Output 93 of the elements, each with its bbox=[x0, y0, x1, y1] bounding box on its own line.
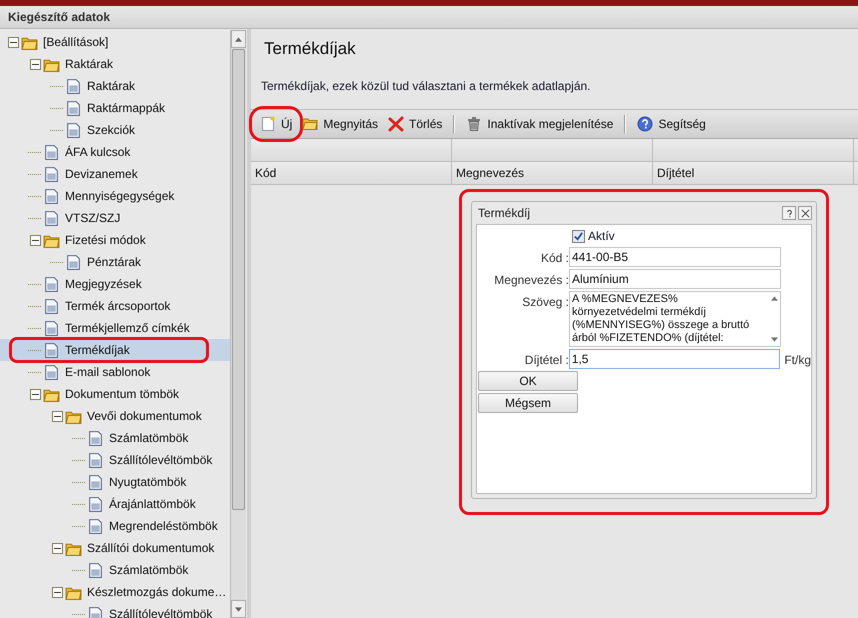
column-header[interactable]: Díjtétel bbox=[653, 162, 854, 184]
collapse-icon[interactable] bbox=[8, 36, 19, 48]
document-icon bbox=[43, 320, 60, 336]
tree-item[interactable]: Termékjellemző címkék bbox=[0, 317, 230, 339]
delete-icon bbox=[388, 116, 404, 132]
collapse-icon[interactable] bbox=[30, 58, 41, 70]
input-field[interactable]: 1,5 bbox=[568, 349, 780, 369]
document-icon bbox=[65, 122, 82, 138]
field-label: Díjtétel : bbox=[524, 352, 569, 367]
document-icon bbox=[87, 452, 104, 468]
close-icon bbox=[800, 208, 810, 218]
column-header[interactable]: Megnevezés bbox=[452, 162, 653, 184]
toolbar-button[interactable]: Megnyitás bbox=[297, 112, 384, 136]
page-title: Termékdíjak bbox=[263, 38, 357, 60]
tree-item[interactable]: Számlatömbök bbox=[0, 559, 230, 581]
field-label: Megnevezés : bbox=[493, 272, 569, 287]
collapse-icon[interactable] bbox=[52, 410, 63, 422]
help-icon bbox=[784, 208, 794, 218]
tree-item[interactable]: Szállítólevéltömbök bbox=[0, 449, 230, 471]
tree-item[interactable]: Fizetési módok bbox=[0, 229, 230, 251]
tree-item[interactable]: [Beállítások] bbox=[0, 31, 230, 53]
document-icon bbox=[43, 364, 60, 380]
scroll-down-icon[interactable] bbox=[235, 606, 242, 612]
document-icon bbox=[87, 474, 104, 490]
tree-item[interactable]: Pénztárak bbox=[0, 251, 230, 273]
help-icon bbox=[637, 116, 654, 132]
page-description: Termékdíjak, ezek közül tud választani a termékek adatlapján. bbox=[260, 78, 592, 95]
document-icon bbox=[65, 254, 82, 270]
scrollbar[interactable] bbox=[230, 30, 246, 618]
tree-item[interactable]: Dokumentum tömbök bbox=[0, 383, 230, 405]
toolbar-button[interactable]: Törlés bbox=[383, 112, 448, 136]
text-area[interactable]: A %MEGNEVEZES% környezetvédelmi termékdíj (%MENNYISEG%) összege a bruttó árból %FIZETENDO% (díjtétel: bbox=[569, 291, 781, 347]
collapse-icon[interactable] bbox=[52, 542, 63, 554]
tree-item[interactable]: Devizanemek bbox=[0, 163, 230, 185]
document-icon bbox=[87, 562, 104, 578]
document-icon bbox=[87, 496, 104, 512]
document-icon bbox=[43, 144, 60, 160]
document-icon bbox=[65, 100, 82, 116]
tree-item[interactable]: Számlatömbök bbox=[0, 427, 230, 449]
folder-icon bbox=[302, 116, 318, 132]
tree-item[interactable]: Szállítólevéltömbök bbox=[0, 603, 230, 618]
document-icon bbox=[43, 188, 60, 204]
document-icon bbox=[43, 210, 60, 226]
document-icon bbox=[87, 606, 104, 618]
close-button[interactable] bbox=[798, 206, 812, 220]
tree-item[interactable]: Megrendeléstömbök bbox=[0, 515, 230, 537]
tree-item[interactable]: Árajánlattömbök bbox=[0, 493, 230, 515]
input-field[interactable]: 441-00-B5 bbox=[569, 247, 781, 267]
dialog-button[interactable]: Mégsem bbox=[478, 393, 578, 413]
scroll-up-icon[interactable] bbox=[235, 36, 242, 42]
tree-item[interactable]: Raktármappák bbox=[0, 97, 230, 119]
collapse-icon[interactable] bbox=[52, 586, 63, 598]
tree-item[interactable]: Szekciók bbox=[0, 119, 230, 141]
new-document-icon bbox=[260, 116, 276, 132]
tree-item[interactable]: E-mail sablonok bbox=[0, 361, 230, 383]
tree-item[interactable]: ÁFA kulcsok bbox=[0, 141, 230, 163]
tree-item[interactable]: Megjegyzések bbox=[0, 273, 230, 295]
document-icon bbox=[43, 342, 60, 358]
document-icon bbox=[43, 276, 60, 292]
tree-item[interactable]: Termékdíjak bbox=[0, 339, 230, 361]
window-title: Kiegészítő adatok bbox=[8, 10, 110, 24]
tree-item[interactable]: Készletmozgás dokume… bbox=[0, 581, 230, 603]
dialog-button[interactable]: OK bbox=[478, 371, 578, 391]
checkbox-label: Aktív bbox=[588, 229, 615, 243]
tree-item[interactable]: Raktárak bbox=[0, 75, 230, 97]
collapse-icon[interactable] bbox=[30, 234, 41, 246]
tree-item[interactable]: Mennyiségegységek bbox=[0, 185, 230, 207]
collapse-icon[interactable] bbox=[30, 388, 41, 400]
help-button[interactable] bbox=[782, 206, 796, 220]
tree-item[interactable]: Raktárak bbox=[0, 53, 230, 75]
column-header[interactable]: Kód bbox=[251, 162, 452, 184]
document-icon bbox=[87, 518, 104, 534]
document-icon bbox=[43, 298, 60, 314]
scroll-down-icon[interactable] bbox=[770, 337, 778, 342]
unit-label: Ft/kg bbox=[783, 352, 811, 367]
document-icon bbox=[43, 166, 60, 182]
toolbar-button[interactable]: Inaktívak megjelenítése bbox=[461, 112, 618, 136]
checkbox[interactable] bbox=[572, 230, 585, 242]
dialog-title: Termékdíj bbox=[477, 206, 532, 220]
document-icon bbox=[87, 430, 104, 446]
field-label: Kód : bbox=[540, 250, 569, 265]
field-label: Szöveg : bbox=[521, 294, 569, 309]
tree-item[interactable]: Nyugtatömbök bbox=[0, 471, 230, 493]
input-field[interactable]: Alumínium bbox=[569, 269, 781, 289]
trash-icon bbox=[466, 116, 482, 132]
scroll-up-icon[interactable] bbox=[770, 296, 778, 301]
document-icon bbox=[65, 78, 82, 94]
toolbar-button[interactable]: Segítség bbox=[632, 112, 711, 136]
toolbar-button[interactable]: Új bbox=[255, 112, 298, 136]
tree-item[interactable]: Szállítói dokumentumok bbox=[0, 537, 230, 559]
tree-item[interactable]: VTSZ/SZJ bbox=[0, 207, 230, 229]
tree-item[interactable]: Vevői dokumentumok bbox=[0, 405, 230, 427]
tree-item[interactable]: Termék árcsoportok bbox=[0, 295, 230, 317]
